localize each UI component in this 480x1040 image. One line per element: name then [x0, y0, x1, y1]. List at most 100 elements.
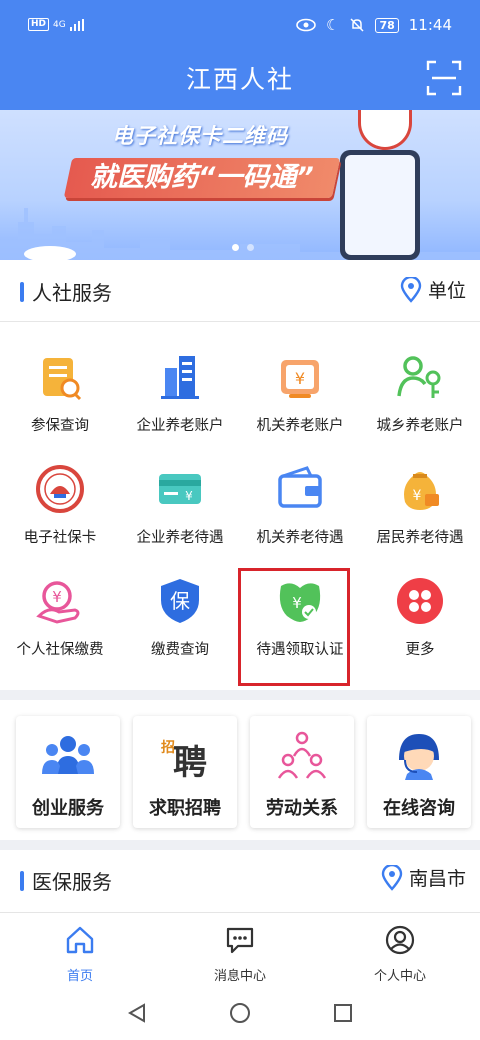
mute-icon — [350, 18, 364, 32]
location-pin-icon — [381, 864, 403, 891]
entrepreneurship-icon — [42, 736, 94, 774]
location-pin-icon — [400, 276, 422, 303]
recents-button[interactable] — [332, 1002, 354, 1028]
service-label: 机关养老账户 — [256, 418, 344, 434]
service-label: 机关养老待遇 — [256, 530, 344, 546]
service-label: 待遇领取认证 — [256, 642, 344, 658]
more-icon — [397, 578, 443, 624]
service-payment-query[interactable]: 保 缴费查询 — [120, 546, 240, 658]
user-icon — [385, 925, 415, 955]
service-government-pension-benefit[interactable]: 机关养老待遇 — [240, 434, 360, 546]
benefit-certification-icon: ¥ — [279, 583, 321, 622]
service-social-security-card[interactable]: 电子社保卡 — [0, 434, 120, 546]
service-label: 电子社保卡 — [23, 530, 97, 546]
network-type: 4G — [53, 19, 66, 30]
service-enterprise-pension-benefit[interactable]: ¥ 企业养老待遇 — [120, 434, 240, 546]
svg-text:¥: ¥ — [413, 488, 422, 504]
quick-labor-relations[interactable]: 劳动关系 — [250, 716, 354, 828]
city-label: 南昌市 — [408, 868, 466, 890]
bottom-nav: 首页 消息中心 个人中心 — [0, 912, 480, 986]
app-header: HD 4G ☾ 78 11:44 江西人社 — [0, 0, 480, 110]
message-icon — [226, 927, 254, 954]
nav-label: 个人中心 — [373, 969, 426, 984]
svg-text:¥: ¥ — [52, 588, 62, 606]
service-enterprise-pension-account[interactable]: 企业养老账户 — [120, 322, 240, 434]
section-accent-bar — [20, 871, 24, 891]
personal-payment-icon: ¥ — [36, 581, 80, 624]
service-government-pension-account[interactable]: ¥ 机关养老账户 — [240, 322, 360, 434]
phone-illustration — [340, 150, 420, 260]
quick-recruitment[interactable]: 招聘 求职招聘 — [133, 716, 237, 828]
medical-services-header: 医保服务 南昌市 — [0, 850, 480, 912]
svg-text:¥: ¥ — [292, 594, 302, 612]
scan-icon[interactable] — [426, 60, 462, 96]
carousel-dot[interactable] — [247, 244, 254, 251]
city-selector[interactable]: 南昌市 — [381, 864, 466, 891]
nav-label: 首页 — [66, 969, 93, 984]
section-title: 医保服务 — [32, 870, 112, 894]
urban-rural-pension-account-icon — [397, 356, 441, 398]
location-label: 单位 — [427, 280, 466, 302]
insurance-query-icon — [43, 358, 82, 401]
clock: 11:44 — [408, 16, 452, 34]
quick-entrepreneurship[interactable]: 创业服务 — [16, 716, 120, 828]
enterprise-pension-account-icon — [161, 356, 199, 399]
recruitment-icon: 招聘 — [161, 739, 207, 780]
hr-services-card: 人社服务 单位 参保查询 企业养老账户 ¥ 机关养老账户 城乡养老账户 电子社保… — [0, 260, 480, 690]
service-label: 企业养老账户 — [136, 418, 224, 434]
government-pension-benefit-icon — [278, 466, 322, 508]
service-label: 缴费查询 — [151, 642, 209, 658]
banner-headline: 就医购药“一码通” — [63, 158, 341, 198]
service-insurance-query[interactable]: 参保查询 — [0, 322, 120, 434]
resident-pension-benefit-icon: ¥ — [404, 472, 439, 510]
banner-subtitle: 电子社保卡二维码 — [112, 124, 288, 148]
online-consult-icon — [399, 734, 439, 780]
nav-label: 消息中心 — [213, 969, 266, 984]
svg-text:¥: ¥ — [295, 369, 305, 388]
quick-online-consult[interactable]: 在线咨询 — [367, 716, 471, 828]
quick-services: 创业服务 招聘 求职招聘 劳动关系 在线咨询 — [0, 700, 480, 840]
service-benefit-certification[interactable]: ¥ 待遇领取认证 — [240, 546, 360, 658]
quick-label: 在线咨询 — [383, 798, 455, 819]
svg-text:聘: 聘 — [173, 743, 207, 780]
nav-messages[interactable]: 消息中心 — [180, 925, 300, 984]
labor-relations-icon — [277, 731, 327, 779]
home-icon — [66, 926, 94, 954]
signal-icon — [69, 18, 84, 31]
home-circle-icon — [230, 1003, 250, 1023]
nav-profile[interactable]: 个人中心 — [340, 925, 460, 984]
service-label: 企业养老待遇 — [136, 530, 224, 546]
recents-square-icon — [334, 1004, 352, 1022]
service-resident-pension-benefit[interactable]: ¥ 居民养老待遇 — [360, 434, 480, 546]
system-nav-bar — [0, 986, 480, 1040]
promo-banner[interactable]: 电子社保卡二维码 就医购药“一码通” — [0, 110, 480, 260]
enterprise-pension-benefit-icon: ¥ — [159, 474, 201, 504]
moon-icon: ☾ — [326, 16, 340, 34]
page-title: 江西人社 — [185, 65, 294, 94]
carousel-dot[interactable] — [232, 244, 239, 251]
svg-text:¥: ¥ — [185, 489, 193, 503]
social-security-card-icon — [36, 465, 84, 513]
service-label: 居民养老待遇 — [376, 530, 464, 546]
carousel-dots[interactable] — [232, 244, 254, 251]
quick-label: 创业服务 — [32, 798, 104, 819]
service-personal-payment[interactable]: ¥ 个人社保缴费 — [0, 546, 120, 658]
service-label: 城乡养老账户 — [376, 418, 464, 434]
service-urban-rural-pension-account[interactable]: 城乡养老账户 — [360, 322, 480, 434]
section-header: 人社服务 单位 — [0, 260, 480, 322]
svg-text:保: 保 — [170, 589, 190, 613]
back-triangle-icon — [127, 1003, 145, 1023]
government-pension-account-icon: ¥ — [281, 360, 319, 398]
nav-home[interactable]: 首页 — [20, 925, 140, 984]
hd-badge: HD — [28, 18, 50, 31]
social-security-seal-logo — [358, 110, 412, 150]
status-bar: HD 4G ☾ 78 11:44 — [0, 0, 480, 52]
back-button[interactable] — [126, 1002, 148, 1028]
home-system-button[interactable] — [229, 1002, 251, 1028]
section-title: 人社服务 — [32, 281, 112, 305]
section-accent-bar — [20, 282, 24, 302]
location-selector[interactable]: 单位 — [400, 276, 466, 303]
service-more[interactable]: 更多 — [360, 546, 480, 658]
payment-query-icon: 保 — [161, 579, 199, 623]
battery-indicator: 78 — [375, 17, 399, 33]
